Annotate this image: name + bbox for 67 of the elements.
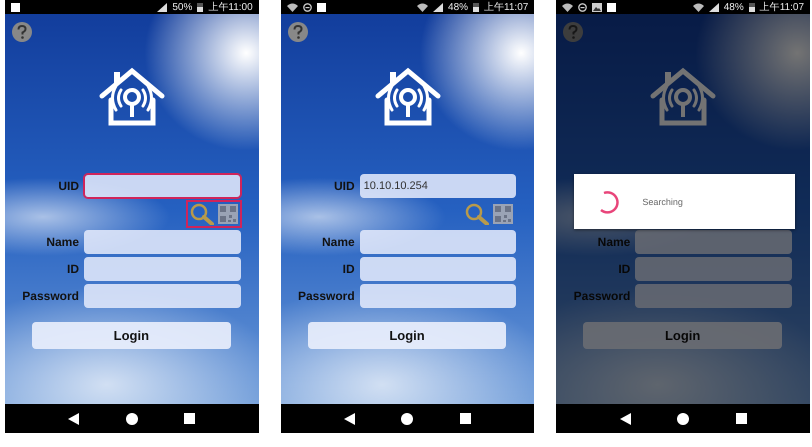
qr-code-icon[interactable] bbox=[493, 204, 514, 224]
uid-input-field[interactable] bbox=[84, 174, 241, 198]
input-field[interactable] bbox=[84, 230, 241, 254]
field-label: Password bbox=[22, 289, 79, 303]
qr-code-icon[interactable] bbox=[218, 204, 238, 224]
field-label: Name bbox=[598, 235, 630, 249]
home-icon[interactable] bbox=[401, 412, 414, 424]
input-field[interactable] bbox=[84, 284, 241, 308]
input-field[interactable] bbox=[360, 230, 516, 254]
recents-icon[interactable] bbox=[460, 413, 472, 424]
signal-icon bbox=[433, 2, 444, 12]
battery-icon bbox=[197, 2, 204, 12]
recents-icon[interactable] bbox=[184, 413, 196, 424]
notification-square-icon bbox=[607, 2, 616, 12]
field-label: UID bbox=[334, 179, 355, 193]
clock-time: 上午11:00 bbox=[208, 0, 253, 14]
back-icon[interactable] bbox=[68, 412, 80, 424]
battery-icon bbox=[473, 2, 480, 12]
wifi-icon bbox=[417, 2, 428, 12]
login-button[interactable]: Login bbox=[308, 322, 506, 349]
signal-icon bbox=[157, 2, 168, 12]
recents-icon[interactable] bbox=[736, 413, 747, 424]
login-button[interactable]: Login bbox=[583, 322, 782, 349]
house-logo-icon bbox=[648, 66, 718, 128]
field-label: ID bbox=[342, 262, 355, 276]
dialog-message: Searching bbox=[642, 196, 683, 206]
help-icon[interactable] bbox=[563, 22, 584, 42]
search-icon[interactable] bbox=[190, 203, 214, 225]
field-label: Name bbox=[46, 235, 79, 249]
house-logo-icon bbox=[96, 66, 167, 128]
input-field[interactable] bbox=[635, 284, 792, 308]
wifi-icon bbox=[692, 2, 704, 12]
clock-time: 上午11:07 bbox=[484, 0, 528, 14]
battery-percentage: 50% bbox=[172, 2, 192, 12]
help-icon[interactable] bbox=[12, 22, 32, 42]
home-icon[interactable] bbox=[126, 412, 138, 424]
house-logo-icon bbox=[372, 66, 442, 128]
wifi-icon bbox=[286, 2, 298, 12]
back-icon[interactable] bbox=[344, 412, 355, 424]
input-field[interactable] bbox=[360, 257, 516, 281]
notification-square-icon bbox=[316, 2, 326, 12]
uid-input-field[interactable]: 10.10.10.254 bbox=[360, 174, 516, 198]
wifi-icon bbox=[562, 2, 574, 12]
circle-icon bbox=[302, 2, 312, 12]
notification-square-icon bbox=[11, 2, 20, 12]
help-icon[interactable] bbox=[288, 22, 308, 42]
back-icon[interactable] bbox=[620, 412, 631, 424]
field-label: Password bbox=[574, 289, 630, 303]
field-label: ID bbox=[618, 262, 630, 276]
input-field[interactable] bbox=[84, 257, 241, 281]
field-label: UID bbox=[58, 179, 79, 193]
input-field[interactable] bbox=[635, 257, 792, 281]
search-icon[interactable] bbox=[465, 203, 490, 225]
input-field[interactable] bbox=[360, 284, 516, 308]
field-label: Password bbox=[298, 289, 355, 303]
login-button[interactable]: Login bbox=[32, 322, 231, 349]
image-icon bbox=[592, 2, 602, 12]
field-label: Name bbox=[322, 235, 355, 249]
circle-icon bbox=[578, 2, 588, 12]
battery-percentage: 48% bbox=[724, 2, 744, 12]
battery-icon bbox=[748, 2, 755, 12]
input-field[interactable] bbox=[635, 230, 792, 254]
home-icon[interactable] bbox=[677, 412, 690, 424]
signal-icon bbox=[708, 2, 719, 12]
battery-percentage: 48% bbox=[448, 2, 468, 12]
clock-time: 上午11:07 bbox=[760, 0, 804, 14]
field-label: ID bbox=[67, 262, 79, 276]
